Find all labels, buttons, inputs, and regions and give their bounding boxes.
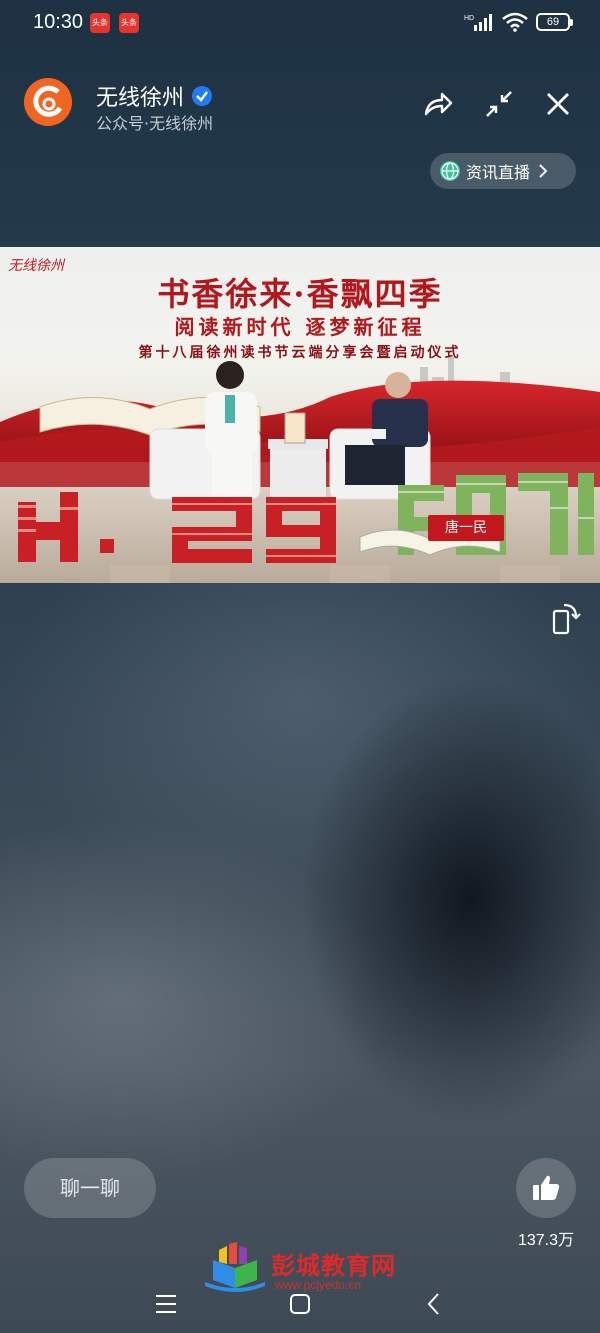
menu-icon — [156, 1295, 176, 1313]
system-nav-bar — [0, 1280, 600, 1333]
system-icons: HD 69 — [464, 12, 573, 32]
channel-logo-icon — [24, 78, 72, 126]
network-type-label: HD — [464, 15, 474, 22]
video-title-line2: 阅读新时代 逐梦新征程 — [174, 315, 426, 339]
like-button[interactable] — [516, 1158, 576, 1218]
channel-name-row[interactable]: 无线徐州 — [96, 80, 213, 112]
video-title-line1: 书香徐来·香飘四季 — [157, 275, 443, 313]
close-icon — [547, 93, 569, 115]
speaker-name-tag: 唐一民 — [428, 515, 504, 541]
globe-icon — [440, 161, 460, 181]
toutiao-notification-icon: 头条 — [119, 13, 139, 33]
rotate-screen-icon — [552, 603, 581, 635]
header: 无线徐州 公众号·无线徐州 — [0, 70, 600, 140]
nav-home-button[interactable] — [280, 1284, 320, 1324]
nav-back-button[interactable] — [414, 1284, 454, 1324]
news-live-label: 资讯直播 — [466, 163, 531, 182]
rotate-screen-button[interactable] — [550, 601, 582, 635]
toutiao-notification-icon: 头条 — [90, 13, 110, 33]
channel-subtitle: 公众号·无线徐州 — [96, 114, 214, 133]
channel-name: 无线徐州 — [96, 85, 185, 110]
channel-avatar[interactable] — [24, 78, 72, 126]
share-icon — [424, 92, 453, 116]
back-icon — [427, 1293, 439, 1315]
status-bar: 10:30 头条 头条 HD 69 — [0, 0, 600, 46]
thumbs-up-icon — [533, 1175, 560, 1200]
chevron-right-icon — [539, 164, 548, 178]
wifi-icon — [502, 12, 528, 32]
minimize-button[interactable] — [481, 86, 517, 122]
like-count: 137.3万 — [517, 1232, 575, 1249]
status-time: 10:30 — [33, 11, 84, 33]
close-button[interactable] — [540, 86, 576, 122]
home-icon — [290, 1294, 310, 1314]
battery-indicator: 69 — [536, 13, 573, 31]
site-name: 彭城教育网 — [271, 1251, 396, 1280]
chat-button[interactable]: 聊一聊 — [24, 1158, 156, 1218]
news-live-button[interactable]: 资讯直播 — [430, 153, 576, 189]
video-player[interactable]: 无线徐州 书香徐来·香飘四季 阅读新时代 逐梦新征程 第十八届徐州读书节云端分享… — [0, 247, 600, 583]
video-title-line3: 第十八届徐州读书节云端分享会暨启动仪式 — [138, 345, 462, 361]
nav-menu-button[interactable] — [146, 1284, 186, 1324]
verified-icon — [192, 86, 213, 106]
signal-icon: HD — [464, 14, 492, 31]
share-button[interactable] — [420, 86, 456, 122]
shrink-arrows-icon — [486, 91, 512, 117]
